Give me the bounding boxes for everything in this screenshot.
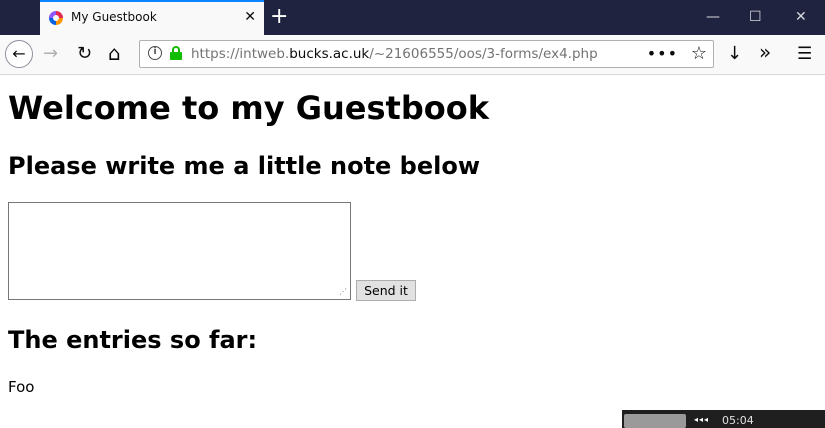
site-info-icon[interactable]: i xyxy=(148,46,162,60)
media-controls-icon[interactable]: ◂◂◂ xyxy=(694,415,709,424)
guestbook-entry: Foo xyxy=(8,378,35,396)
hamburger-menu-icon[interactable]: ☰ xyxy=(797,44,812,64)
clock-time: 05:04 xyxy=(722,414,754,427)
send-button[interactable]: Send it xyxy=(356,280,416,301)
back-arrow-icon[interactable]: ← xyxy=(5,40,33,68)
resize-grip-icon[interactable]: ⋰ xyxy=(339,287,349,297)
close-window-icon[interactable]: ✕ xyxy=(795,7,807,27)
note-textarea[interactable] xyxy=(8,202,351,300)
close-tab-icon[interactable]: ✕ xyxy=(244,8,256,26)
url-path: /~21606555/oos/3-forms/ex4.php xyxy=(369,46,598,62)
tab-title: My Guestbook xyxy=(71,10,157,24)
page-title: Welcome to my Guestbook xyxy=(8,89,489,127)
url-bar[interactable]: i https://intweb.bucks.ac.uk/~21606555/o… xyxy=(139,40,714,68)
home-icon[interactable]: ⌂ xyxy=(108,43,121,63)
maximize-icon[interactable]: ☐ xyxy=(749,7,762,27)
window-thumbnail[interactable] xyxy=(624,414,686,428)
navigation-toolbar: ← → ↻ ⌂ i https://intweb.bucks.ac.uk/~21… xyxy=(0,35,825,75)
download-icon[interactable]: ↓ xyxy=(727,44,742,64)
overflow-menu-icon[interactable]: » xyxy=(759,42,771,62)
firefox-favicon-icon xyxy=(49,11,63,25)
note-prompt-heading: Please write me a little note below xyxy=(8,152,481,180)
url-text[interactable]: https://intweb.bucks.ac.uk/~21606555/oos… xyxy=(191,46,598,62)
taskbar-preview: ◂◂◂ 05:04 xyxy=(622,410,825,428)
reload-icon[interactable]: ↻ xyxy=(77,44,92,64)
minimize-icon[interactable]: — xyxy=(706,7,720,27)
url-prefix: https://intweb. xyxy=(191,46,290,62)
new-tab-icon[interactable]: + xyxy=(270,4,288,30)
page-actions-icon[interactable]: ••• xyxy=(647,44,678,63)
forward-arrow-icon[interactable]: → xyxy=(43,44,58,64)
browser-titlebar: My Guestbook ✕ + — ☐ ✕ xyxy=(0,0,825,35)
browser-tab[interactable]: My Guestbook ✕ xyxy=(40,0,264,35)
url-host: bucks.ac.uk xyxy=(289,46,370,62)
entries-heading: The entries so far: xyxy=(8,326,258,354)
lock-icon[interactable] xyxy=(170,46,182,60)
bookmark-star-icon[interactable]: ☆ xyxy=(691,43,707,64)
